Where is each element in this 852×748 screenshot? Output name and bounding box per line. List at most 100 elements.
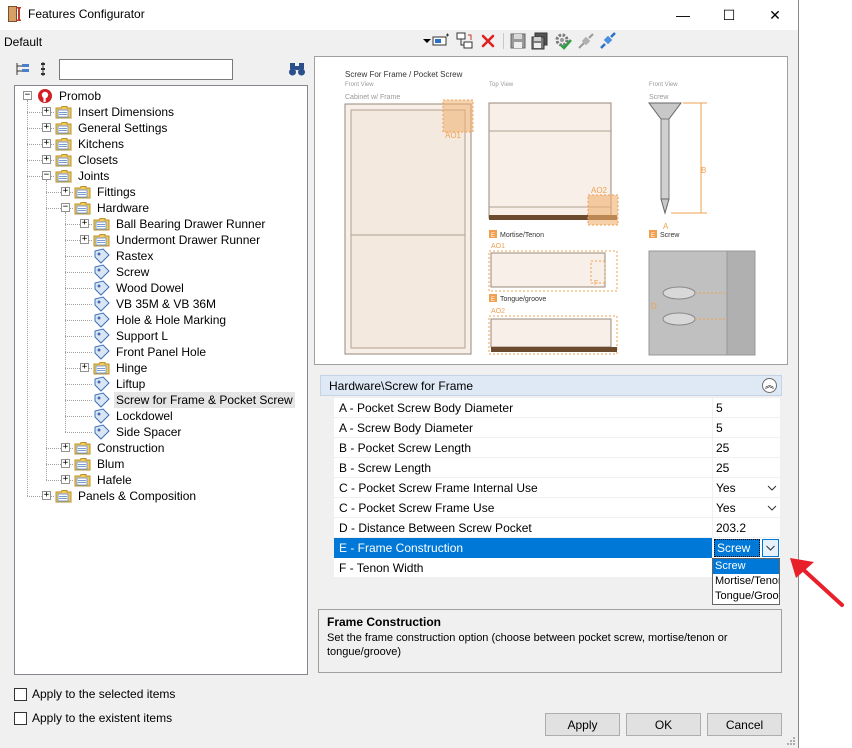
frame-construction-dropdown-button[interactable] bbox=[762, 539, 779, 557]
expand-node-icon[interactable]: + bbox=[61, 475, 70, 484]
property-row[interactable]: C - Pocket Screw Frame Use Yes bbox=[334, 498, 780, 518]
expand-node-icon[interactable]: + bbox=[42, 123, 51, 132]
collapse-node-icon[interactable]: − bbox=[42, 171, 51, 180]
close-button[interactable]: ✕ bbox=[752, 0, 798, 30]
property-row[interactable]: D - Distance Between Screw Pocket 203.2 bbox=[334, 518, 780, 538]
delete-button[interactable] bbox=[479, 32, 497, 50]
minimize-button[interactable]: — bbox=[660, 0, 706, 30]
tree-search-input[interactable] bbox=[59, 59, 233, 80]
disconnect-button[interactable] bbox=[599, 32, 617, 50]
property-row[interactable]: B - Screw Length 25 bbox=[334, 458, 780, 478]
apply-button[interactable]: Apply bbox=[545, 713, 620, 736]
collapse-all-button[interactable] bbox=[37, 60, 55, 78]
expand-node-icon[interactable]: + bbox=[42, 491, 51, 500]
tree-item[interactable]: Side Spacer bbox=[93, 424, 183, 440]
property-row-selected[interactable]: E - Frame Construction Screw bbox=[334, 538, 780, 558]
property-name: A - Pocket Screw Body Diameter bbox=[334, 398, 713, 418]
tree-item[interactable]: Panels & Composition bbox=[55, 488, 198, 504]
tree-item[interactable]: Screw bbox=[93, 264, 151, 280]
folder-icon bbox=[74, 472, 92, 488]
tree-item[interactable]: Hinge bbox=[93, 360, 149, 376]
property-category-header[interactable]: Hardware\Screw for Frame ︽ bbox=[320, 375, 782, 396]
feature-tree[interactable]: Promob − Insert Dimensions + General Setting… bbox=[14, 85, 308, 675]
property-value[interactable]: 5 bbox=[714, 398, 780, 418]
svg-text:E: E bbox=[491, 297, 495, 303]
chevron-down-icon[interactable] bbox=[766, 482, 778, 494]
cancel-button[interactable]: Cancel bbox=[707, 713, 782, 736]
property-value[interactable]: Yes bbox=[714, 498, 780, 518]
connect-button[interactable] bbox=[577, 32, 595, 50]
tree-item[interactable]: Lockdowel bbox=[93, 408, 175, 424]
collapse-category-button[interactable]: ︽ bbox=[762, 378, 777, 393]
apply-selected-option[interactable]: Apply to the selected items bbox=[14, 686, 175, 702]
tree-item[interactable]: Joints bbox=[55, 168, 111, 184]
settings-check-button[interactable] bbox=[554, 32, 572, 50]
expand-node-icon[interactable]: + bbox=[42, 107, 51, 116]
property-value[interactable]: 203.2 bbox=[714, 518, 780, 538]
expand-node-icon[interactable]: + bbox=[80, 363, 89, 372]
tree-item[interactable]: Fittings bbox=[74, 184, 138, 200]
tree-item[interactable]: Blum bbox=[74, 456, 126, 472]
save-as-button[interactable] bbox=[531, 32, 549, 50]
option-screw[interactable]: Screw bbox=[713, 559, 779, 574]
collapse-node-icon[interactable]: − bbox=[61, 203, 70, 212]
expand-all-button[interactable] bbox=[14, 60, 32, 78]
tree-item[interactable]: Support L bbox=[93, 328, 170, 344]
folder-icon bbox=[74, 456, 92, 472]
option-mortise-tenon[interactable]: Mortise/Tenon bbox=[713, 574, 779, 589]
maximize-button[interactable]: ☐ bbox=[706, 0, 752, 30]
tree-item[interactable]: Rastex bbox=[93, 248, 155, 264]
expand-node-icon[interactable]: + bbox=[42, 139, 51, 148]
tree-item[interactable]: Kitchens bbox=[55, 136, 126, 152]
property-row[interactable]: A - Screw Body Diameter 5 bbox=[334, 418, 780, 438]
option-tongue-groove[interactable]: Tongue/Groove bbox=[713, 589, 779, 604]
tree-item[interactable]: Hardware bbox=[74, 200, 151, 216]
tree-item[interactable]: Insert Dimensions bbox=[55, 104, 176, 120]
save-button[interactable] bbox=[509, 32, 527, 50]
binoculars-icon bbox=[289, 63, 305, 76]
tree-item[interactable]: Promob bbox=[36, 88, 103, 104]
apply-existent-checkbox[interactable] bbox=[14, 711, 27, 725]
property-row[interactable]: A - Pocket Screw Body Diameter 5 bbox=[334, 398, 780, 418]
copy-tree-icon bbox=[456, 32, 473, 49]
frame-construction-options[interactable]: Screw Mortise/Tenon Tongue/Groove bbox=[712, 558, 780, 605]
copy-tree-button[interactable] bbox=[456, 32, 474, 50]
tree-item[interactable]: VB 35M & VB 36M bbox=[93, 296, 218, 312]
tree-item[interactable]: Undermont Drawer Runner bbox=[93, 232, 262, 248]
expand-node-icon[interactable]: + bbox=[61, 443, 70, 452]
apply-existent-option[interactable]: Apply to the existent items bbox=[14, 710, 172, 726]
expand-node-icon[interactable]: + bbox=[80, 235, 89, 244]
tree-item[interactable]: Construction bbox=[74, 440, 166, 456]
tree-item[interactable]: Wood Dowel bbox=[93, 280, 186, 296]
folder-icon bbox=[55, 120, 73, 136]
property-value[interactable]: 25 bbox=[714, 458, 780, 478]
tree-item[interactable]: Closets bbox=[55, 152, 120, 168]
property-value[interactable]: 25 bbox=[714, 438, 780, 458]
expand-node-icon[interactable]: + bbox=[80, 219, 89, 228]
tree-item[interactable]: General Settings bbox=[55, 120, 169, 136]
tree-item[interactable]: Hafele bbox=[74, 472, 134, 488]
property-value[interactable]: Yes bbox=[714, 478, 780, 498]
apply-frame-button[interactable] bbox=[432, 32, 450, 50]
collapse-node-icon[interactable]: − bbox=[23, 91, 32, 100]
tree-item[interactable]: Front Panel Hole bbox=[93, 344, 208, 360]
frame-construction-select[interactable]: Screw bbox=[714, 539, 760, 557]
tree-item[interactable]: Ball Bearing Drawer Runner bbox=[93, 216, 267, 232]
find-button[interactable] bbox=[288, 60, 306, 78]
settings-check-icon bbox=[555, 33, 572, 50]
chevron-down-icon[interactable] bbox=[766, 502, 778, 514]
apply-selected-checkbox[interactable] bbox=[14, 687, 27, 701]
tree-item[interactable]: Screw for Frame & Pocket Screw bbox=[93, 392, 295, 408]
property-value[interactable]: 5 bbox=[714, 418, 780, 438]
tree-item-label: Promob bbox=[59, 89, 102, 103]
property-row[interactable]: B - Pocket Screw Length 25 bbox=[334, 438, 780, 458]
expand-node-icon[interactable]: + bbox=[61, 459, 70, 468]
tree-item[interactable]: Hole & Hole Marking bbox=[93, 312, 228, 328]
property-row[interactable]: C - Pocket Screw Frame Internal Use Yes bbox=[334, 478, 780, 498]
tree-item[interactable]: Liftup bbox=[93, 376, 147, 392]
expand-node-icon[interactable]: + bbox=[61, 187, 70, 196]
tree-item-label: Undermont Drawer Runner bbox=[116, 233, 261, 247]
resize-grip-icon[interactable] bbox=[786, 736, 796, 746]
ok-button[interactable]: OK bbox=[626, 713, 701, 736]
expand-node-icon[interactable]: + bbox=[42, 155, 51, 164]
